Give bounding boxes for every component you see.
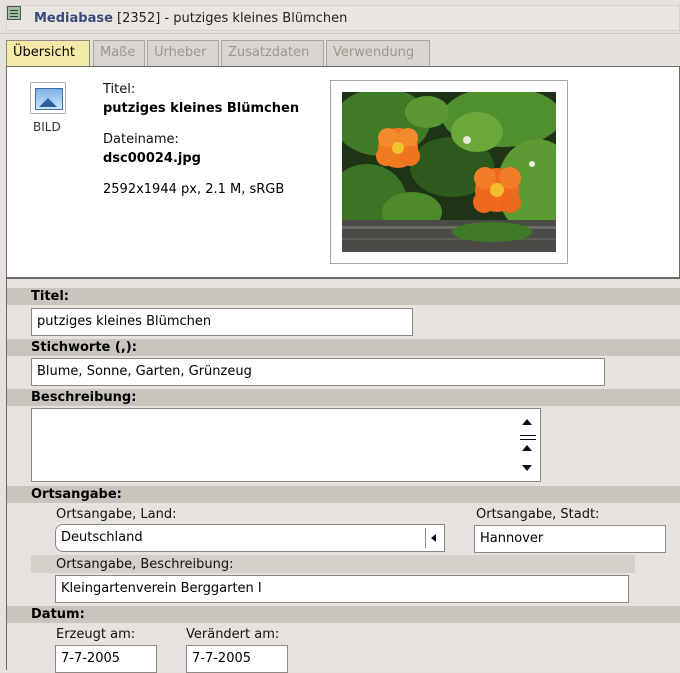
tab-masse[interactable]: Maße — [93, 40, 145, 66]
overview-filename-value: dsc00024.jpg — [103, 151, 201, 166]
app-name: Mediabase — [34, 11, 113, 26]
textarea-scrollbar[interactable] — [518, 413, 536, 475]
titel-input[interactable]: putziges kleines Blümchen — [31, 308, 413, 336]
veraendert-label: Verändert am: — [186, 627, 280, 642]
overview-title-label: Titel: — [103, 82, 136, 97]
scroll-up-icon[interactable] — [522, 419, 532, 425]
ortsangabe-label: Ortsangabe: — [31, 487, 122, 502]
land-select[interactable]: Deutschland — [55, 524, 445, 552]
tab-urheber[interactable]: Urheber — [147, 40, 219, 66]
flower-photo — [342, 92, 556, 252]
image-file-icon — [30, 82, 66, 114]
beschreibung-label: Beschreibung: — [31, 390, 137, 405]
tab-zusatzdaten[interactable]: Zusatzdaten — [221, 40, 324, 66]
land-label: Ortsangabe, Land: — [56, 507, 177, 522]
stichworte-label: Stichworte (,): — [31, 340, 137, 355]
window-title: Mediabase [2352] - putziges kleines Blüm… — [34, 11, 347, 26]
window-title-rest: [2352] - putziges kleines Blümchen — [112, 11, 348, 26]
chevron-left-icon[interactable] — [425, 528, 442, 548]
image-preview[interactable] — [342, 92, 556, 252]
media-type-label: BILD — [33, 120, 61, 134]
datum-label: Datum: — [31, 607, 85, 622]
stadt-input[interactable]: Hannover — [474, 525, 666, 553]
section-header-datum — [7, 606, 680, 623]
ortsangabe-beschreibung-label: Ortsangabe, Beschreibung: — [56, 557, 234, 572]
scroll-page-up-icon[interactable] — [522, 445, 532, 451]
overview-filename-label: Dateiname: — [103, 132, 179, 147]
erzeugt-input[interactable]: 7-7-2005 — [55, 645, 157, 673]
section-header-titel — [7, 288, 680, 305]
land-select-value: Deutschland — [61, 530, 143, 545]
overview-title-value: putziges kleines Blümchen — [103, 101, 300, 116]
ortsangabe-beschreibung-input[interactable]: Kleingartenverein Berggarten I — [55, 575, 629, 603]
erzeugt-label: Erzeugt am: — [56, 627, 136, 642]
scroll-down-icon[interactable] — [522, 465, 532, 471]
tab-bar: Übersicht Maße Urheber Zusatzdaten Verwe… — [6, 40, 680, 66]
scroll-thumb[interactable] — [520, 435, 536, 440]
document-icon — [7, 6, 21, 20]
titel-label: Titel: — [31, 289, 70, 304]
stichworte-input[interactable]: Blume, Sonne, Garten, Grünzeug — [31, 358, 605, 386]
tab-verwendung[interactable]: Verwendung — [326, 40, 430, 66]
tab-uebersicht[interactable]: Übersicht — [6, 40, 90, 66]
stadt-label: Ortsangabe, Stadt: — [476, 507, 600, 522]
beschreibung-textarea[interactable] — [31, 408, 541, 482]
overview-image-specs: 2592x1944 px, 2.1 M, sRGB — [103, 182, 285, 197]
veraendert-input[interactable]: 7-7-2005 — [186, 645, 288, 673]
